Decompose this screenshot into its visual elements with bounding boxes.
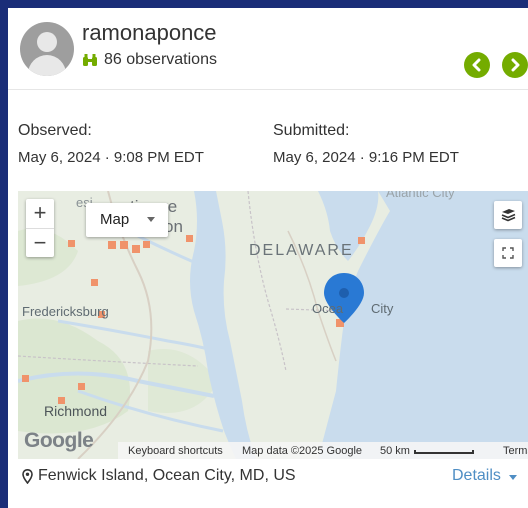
map-label-delaware: DELAWARE [249,242,354,259]
map-attribution: Google Keyboard shortcuts Map data ©2025… [18,429,528,459]
chevron-left-icon [472,58,481,72]
location-row: Fenwick Island, Ocean City, MD, US Detai… [18,462,528,502]
caret-down-icon[interactable] [509,475,517,480]
chevron-down-icon [147,217,155,222]
terms-link[interactable]: Terms [503,445,528,457]
observation-panel: ramonaponce 86 observations Observed: Ma… [8,8,528,508]
map-label-atlantic-city: Atlantic City [386,191,455,200]
observed-label: Observed: [18,122,92,139]
observed-date: May 6, 2024 · 9:08 PM EDT [18,149,204,166]
observations-count[interactable]: 86 observations [82,51,217,69]
map-label-richmond: Richmond [44,403,108,419]
map-marker-icon [22,469,33,484]
fullscreen-icon [502,247,514,259]
map-label-fredericksburg: Fredericksburg [22,304,109,319]
submitted-date: May 6, 2024 · 9:16 PM EDT [273,149,459,166]
layers-button[interactable] [494,201,522,229]
username-link[interactable]: ramonaponce [82,20,217,46]
map-data-text: Map data ©2025 Google [242,445,363,457]
chevron-right-icon [511,58,520,72]
binoculars-icon [83,54,97,66]
location-text: Fenwick Island, Ocean City, MD, US [38,467,296,484]
next-observation-button[interactable] [502,52,528,78]
map-type-select[interactable]: Map [86,203,168,237]
submitted-label: Submitted: [273,122,350,139]
zoom-out-button[interactable]: − [26,228,54,257]
observer-header: ramonaponce 86 observations [8,8,528,90]
observations-count-label: 86 observations [104,51,217,68]
previous-observation-button[interactable] [464,52,490,78]
fullscreen-button[interactable] [494,239,522,267]
layers-icon [501,209,516,222]
avatar[interactable] [20,22,74,76]
details-dropdown[interactable]: Details [452,467,501,485]
attribution-bar: Keyboard shortcuts Map data ©2025 Google… [118,442,528,459]
map-label-city: City [371,301,394,316]
observation-map[interactable]: Atlantic City timore on esi DELAWARE Fre… [18,191,528,459]
map-type-label: Map [100,211,130,228]
zoom-controls: + − [26,199,54,257]
scale-label[interactable]: 50 km [380,445,410,457]
zoom-in-button[interactable]: + [26,199,54,228]
keyboard-shortcuts-link[interactable]: Keyboard shortcuts [128,445,223,457]
scale-bar [414,450,474,454]
map-label-ocean: Ocea [312,301,344,316]
google-logo: Google [24,429,94,452]
